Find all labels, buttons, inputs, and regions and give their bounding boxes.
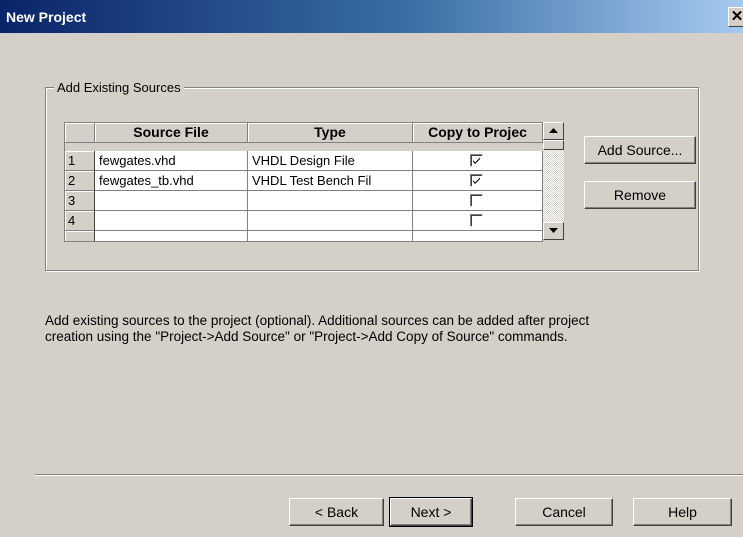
row-number [65,231,95,241]
row-number[interactable]: 1 [65,151,95,171]
type-cell [248,231,413,241]
copy-cell [413,211,543,231]
add-source-button[interactable]: Add Source... [584,136,696,164]
copy-checkbox[interactable] [470,194,483,207]
description-line-1: Add existing sources to the project (opt… [45,313,590,328]
table-row[interactable]: 3 [65,191,543,211]
copy-checkbox[interactable] [470,214,483,227]
row-number[interactable]: 2 [65,171,95,191]
row-number[interactable]: 4 [65,211,95,231]
title-bar: New Project ✕ [0,0,743,33]
table-row[interactable]: 2 fewgates_tb.vhd VHDL Test Bench Fil [65,171,543,191]
scroll-up-button[interactable] [543,122,564,140]
arrow-down-icon [549,228,558,233]
scroll-thumb[interactable] [543,140,564,150]
back-button[interactable]: < Back [289,498,384,526]
type-cell[interactable] [248,211,413,231]
source-file-cell [95,231,248,241]
copy-checkbox[interactable] [470,174,483,187]
window-title: New Project [6,9,87,25]
header-copy-to-project[interactable]: Copy to Projec [413,123,543,143]
table-row-partial [65,231,543,241]
copy-cell [413,231,543,241]
help-button[interactable]: Help [633,498,732,526]
checkmark-icon [473,157,480,164]
close-icon[interactable]: ✕ [728,7,743,27]
next-button[interactable]: Next > [389,497,473,527]
header-type[interactable]: Type [248,123,413,143]
type-cell[interactable]: VHDL Test Bench Fil [248,171,413,191]
type-cell[interactable] [248,191,413,211]
arrow-up-icon [549,128,558,133]
copy-cell [413,191,543,211]
copy-checkbox[interactable] [470,154,483,167]
table-row[interactable]: 4 [65,211,543,231]
description-text: Add existing sources to the project (opt… [45,313,705,345]
cancel-button[interactable]: Cancel [515,498,613,526]
grid-vertical-scrollbar[interactable] [543,122,564,240]
footer-separator [35,474,743,476]
source-file-cell[interactable]: fewgates_tb.vhd [95,171,248,191]
description-line-2: creation using the "Project->Add Source"… [45,329,568,344]
source-file-cell[interactable] [95,191,248,211]
source-file-cell[interactable]: fewgates.vhd [95,151,248,171]
sources-grid: Source File Type Copy to Projec 1 fewgat… [64,122,543,242]
group-legend: Add Existing Sources [54,80,184,95]
type-cell[interactable]: VHDL Design File [248,151,413,171]
table-row[interactable]: 1 fewgates.vhd VHDL Design File [65,151,543,171]
remove-button[interactable]: Remove [584,181,696,209]
scroll-down-button[interactable] [543,222,564,240]
checkmark-icon [473,177,480,184]
source-file-cell[interactable] [95,211,248,231]
header-source-file[interactable]: Source File [95,123,248,143]
copy-cell [413,171,543,191]
row-number[interactable]: 3 [65,191,95,211]
copy-cell [413,151,543,171]
grid-header-row: Source File Type Copy to Projec [65,123,543,143]
grid-header-corner [65,123,95,143]
